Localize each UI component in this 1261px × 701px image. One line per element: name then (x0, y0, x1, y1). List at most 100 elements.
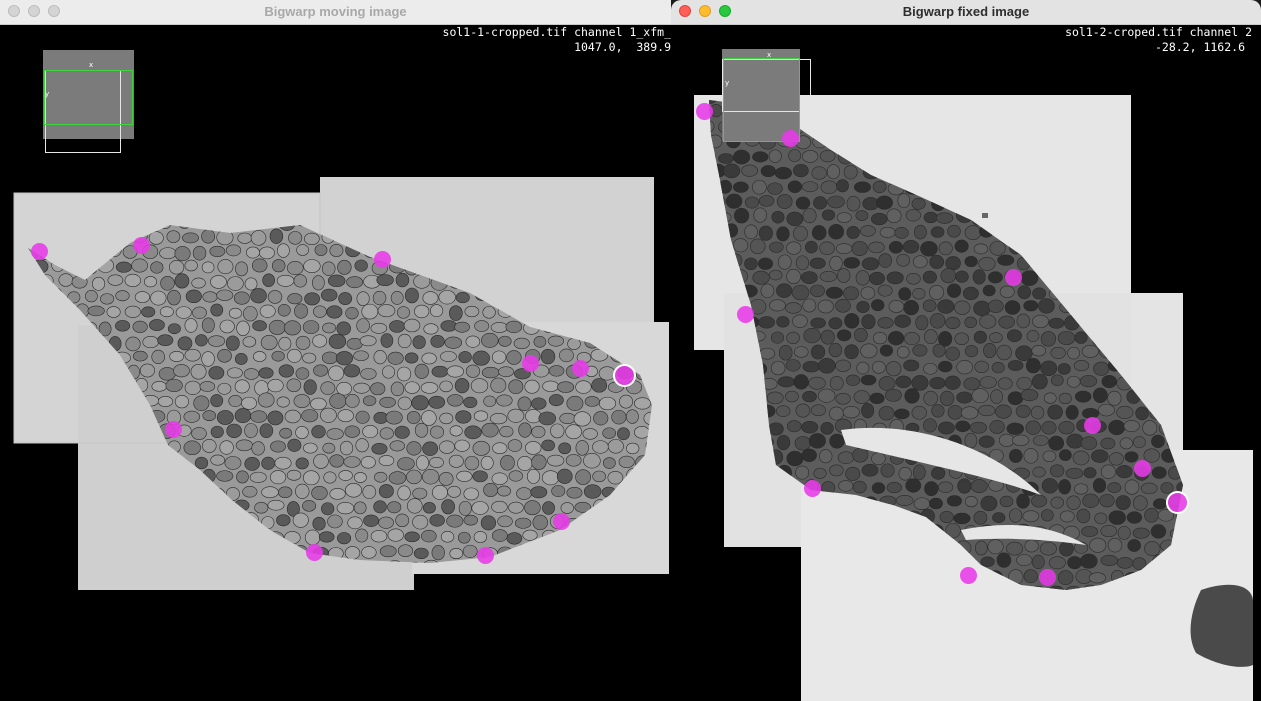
landmark-point[interactable] (1134, 460, 1151, 477)
muscle-fiber (894, 408, 910, 420)
muscle-fiber (758, 584, 773, 590)
muscle-fiber (397, 485, 411, 501)
landmark-point[interactable] (804, 480, 821, 497)
muscle-fiber (785, 390, 799, 403)
landmark-point[interactable] (1084, 417, 1101, 434)
muscle-fiber (996, 552, 1012, 568)
muscle-fiber (944, 375, 961, 390)
muscle-fiber (884, 388, 902, 402)
muscle-fiber (431, 365, 449, 378)
muscle-fiber (709, 527, 722, 540)
muscle-fiber (1043, 392, 1057, 404)
muscle-fiber (846, 195, 861, 212)
muscle-fiber (828, 342, 843, 358)
landmark-point[interactable] (553, 513, 570, 530)
muscle-fiber (801, 448, 817, 462)
muscle-fiber (151, 349, 165, 364)
muscle-fiber (1150, 133, 1167, 149)
muscle-fiber (338, 292, 353, 305)
muscle-fiber (929, 376, 946, 390)
muscle-fiber (886, 482, 902, 494)
muscle-fiber (1116, 465, 1133, 479)
muscle-fiber (776, 316, 790, 328)
landmark-point[interactable] (522, 355, 539, 372)
muscle-fiber (886, 271, 904, 285)
landmark-point[interactable] (477, 547, 494, 564)
muscle-fiber (1020, 270, 1039, 286)
fixed-image-viewer[interactable]: sol1-2-croped.tif channel 2 -28.2, 1162.… (671, 25, 1261, 701)
muscle-fiber (792, 314, 808, 328)
muscle-fiber (286, 261, 304, 276)
landmark-point[interactable] (306, 544, 323, 561)
landmark-point[interactable] (1039, 569, 1056, 586)
landmark-point[interactable] (737, 306, 754, 323)
muscle-fiber (532, 514, 548, 531)
muscle-fiber (447, 394, 464, 407)
landmark-point[interactable] (31, 243, 48, 260)
muscle-fiber (329, 488, 346, 500)
muscle-fiber (935, 212, 954, 224)
landmark-point[interactable] (572, 360, 589, 377)
muscle-fiber (1058, 421, 1075, 435)
muscle-fiber (191, 277, 206, 289)
muscle-fiber (28, 468, 31, 484)
muscle-fiber (776, 226, 790, 242)
muscle-fiber (439, 412, 454, 425)
muscle-fiber (878, 253, 892, 268)
landmark-point[interactable] (696, 103, 713, 120)
landmark-point[interactable] (133, 237, 150, 254)
muscle-fiber (793, 163, 809, 178)
muscle-fiber (1091, 449, 1109, 463)
muscle-fiber (869, 271, 885, 286)
muscle-fiber (1116, 405, 1134, 419)
muscle-fiber (1076, 508, 1091, 524)
muscle-fiber (48, 529, 62, 542)
muscle-fiber (743, 554, 760, 570)
muscle-fiber (390, 291, 404, 305)
muscle-fiber (1023, 569, 1038, 584)
muscle-fiber (455, 410, 472, 424)
muscle-fiber (185, 289, 202, 304)
muscle-fiber (293, 394, 311, 408)
muscle-fiber (947, 283, 962, 298)
muscle-fiber (947, 405, 963, 420)
fixed-window-titlebar[interactable]: Bigwarp fixed image (671, 0, 1261, 25)
muscle-fiber (498, 335, 512, 347)
landmark-point[interactable] (374, 251, 391, 268)
muscle-fiber (1050, 496, 1065, 509)
muscle-fiber (28, 544, 39, 556)
muscle-fiber (472, 350, 490, 366)
muscle-fiber (837, 268, 851, 283)
muscle-fiber (551, 485, 566, 498)
landmark-point[interactable] (960, 567, 977, 584)
muscle-fiber (974, 540, 988, 556)
muscle-fiber (775, 405, 791, 417)
muscle-fiber (1020, 389, 1039, 402)
muscle-fiber (964, 225, 982, 240)
landmark-point[interactable] (1005, 269, 1022, 286)
muscle-fiber (455, 292, 470, 304)
selected-landmark-point[interactable] (613, 364, 636, 387)
muscle-fiber (872, 180, 887, 194)
moving-image-viewer[interactable]: sol1-1-cropped.tif channel 1_xfm_ 1047.0… (0, 25, 671, 701)
muscle-fiber (517, 396, 532, 411)
landmark-point[interactable] (782, 130, 799, 147)
landmark-point[interactable] (165, 421, 182, 438)
muscle-fiber (1059, 449, 1072, 461)
muscle-fiber (1153, 498, 1168, 510)
muscle-fiber (1080, 553, 1098, 569)
muscle-fiber (1072, 450, 1090, 466)
muscle-fiber (225, 244, 242, 257)
muscle-fiber (193, 395, 210, 412)
selected-landmark-point[interactable] (1166, 491, 1189, 514)
muscle-fiber (356, 318, 370, 333)
muscle-fiber (744, 224, 758, 240)
muscle-fiber (412, 487, 428, 500)
muscle-fiber (530, 486, 548, 499)
muscle-fiber (491, 472, 508, 485)
muscle-fiber (48, 470, 65, 486)
muscle-fiber (819, 150, 836, 163)
moving-window-titlebar[interactable]: Bigwarp moving image (0, 0, 671, 25)
muscle-fiber (1006, 422, 1024, 435)
muscle-fiber (302, 470, 320, 486)
